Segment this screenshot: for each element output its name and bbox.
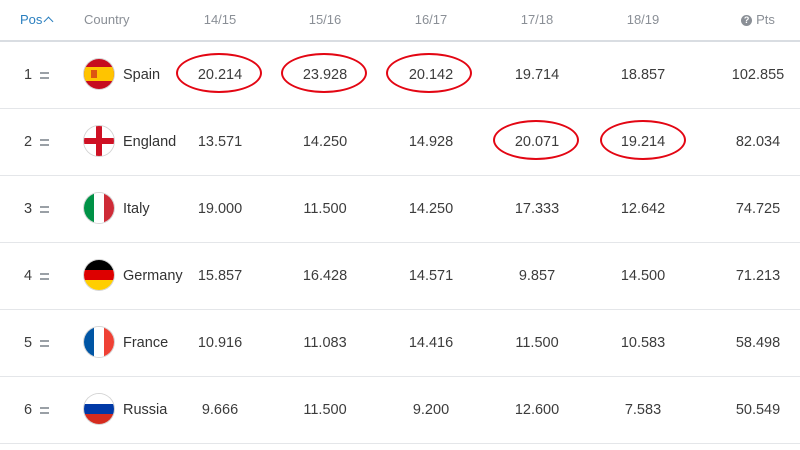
season-value: 10.916 xyxy=(197,335,243,351)
season-value: 9.857 xyxy=(518,268,556,284)
position: 2 xyxy=(24,134,33,150)
season-header[interactable]: 18/19 xyxy=(598,0,688,40)
position: 5 xyxy=(24,335,33,351)
help-icon[interactable]: ? xyxy=(741,15,753,26)
season-value: 11.500 xyxy=(303,201,347,217)
table-header: Pos Country 14/15 15/16 16/17 17/18 18/1… xyxy=(0,0,800,42)
equal-icon xyxy=(40,176,52,242)
russia-flag-icon xyxy=(84,394,114,424)
total-points: 50.549 xyxy=(735,402,781,418)
pts-header-label: Pts xyxy=(756,12,775,27)
pts-header[interactable]: ? Pts xyxy=(718,0,798,40)
france-flag-icon xyxy=(84,327,114,357)
season-value: 13.571 xyxy=(197,134,243,150)
pos-header-label: Pos xyxy=(20,12,43,27)
total-points: 71.213 xyxy=(735,268,781,284)
season-header[interactable]: 17/18 xyxy=(492,0,582,40)
season-value: 9.200 xyxy=(412,402,450,418)
coefficient-table: Pos Country 14/15 15/16 16/17 17/18 18/1… xyxy=(0,0,800,444)
table-row[interactable]: 1 Spain 20.214 23.928 20.142 19.714 18.8… xyxy=(0,42,800,109)
table-row[interactable]: 6 Russia 9.666 11.500 9.200 12.600 7.583… xyxy=(0,377,800,444)
season-value: 18.857 xyxy=(620,67,666,83)
season-header[interactable]: 14/15 xyxy=(175,0,265,40)
spain-flag-icon xyxy=(84,59,114,89)
position: 1 xyxy=(24,67,33,83)
season-header[interactable]: 16/17 xyxy=(386,0,476,40)
season-value: 10.583 xyxy=(620,335,666,351)
equal-icon xyxy=(40,109,52,175)
italy-flag-icon xyxy=(84,193,114,223)
total-points: 58.498 xyxy=(735,335,781,351)
season-value: 12.600 xyxy=(514,402,560,418)
season-value: 14.416 xyxy=(408,335,454,351)
season-header[interactable]: 15/16 xyxy=(280,0,370,40)
table-row[interactable]: 5 France 10.916 11.083 14.416 11.500 10.… xyxy=(0,310,800,377)
season-value: 7.583 xyxy=(624,402,662,418)
season-value: 14.250 xyxy=(302,134,348,150)
season-value: 15.857 xyxy=(197,268,243,284)
season-value: 20.071 xyxy=(514,134,560,150)
position: 3 xyxy=(24,201,33,217)
season-value: 14.500 xyxy=(620,268,666,284)
equal-icon xyxy=(40,42,52,108)
total-points: 102.855 xyxy=(731,67,785,83)
country-name[interactable]: Germany xyxy=(123,243,183,309)
country-name[interactable]: Russia xyxy=(123,377,167,443)
equal-icon xyxy=(40,310,52,376)
season-value: 19.214 xyxy=(620,134,666,150)
equal-icon xyxy=(40,243,52,309)
season-value: 17.333 xyxy=(514,201,560,217)
season-value: 9.666 xyxy=(201,402,239,418)
equal-icon xyxy=(40,377,52,443)
country-name[interactable]: France xyxy=(123,310,168,376)
table-row[interactable]: 4 Germany 15.857 16.428 14.571 9.857 14.… xyxy=(0,243,800,310)
position: 6 xyxy=(24,402,33,418)
country-name[interactable]: England xyxy=(123,109,176,175)
season-value: 16.428 xyxy=(302,268,348,284)
sort-pos-header[interactable]: Pos xyxy=(20,0,54,40)
country-name[interactable]: Spain xyxy=(123,42,160,108)
season-value: 20.142 xyxy=(408,67,454,83)
season-value: 19.000 xyxy=(197,201,243,217)
season-value: 11.083 xyxy=(303,335,347,351)
england-flag-icon xyxy=(84,126,114,156)
sort-ascending-icon xyxy=(43,16,54,27)
season-value: 14.571 xyxy=(408,268,454,284)
total-points: 82.034 xyxy=(735,134,781,150)
table-row[interactable]: 2 England 13.571 14.250 14.928 20.071 19… xyxy=(0,109,800,176)
season-value: 11.500 xyxy=(515,335,559,351)
table-row[interactable]: 3 Italy 19.000 11.500 14.250 17.333 12.6… xyxy=(0,176,800,243)
country-name[interactable]: Italy xyxy=(123,176,150,242)
position: 4 xyxy=(24,268,33,284)
country-header[interactable]: Country xyxy=(84,0,130,40)
season-value: 12.642 xyxy=(620,201,666,217)
season-value: 14.250 xyxy=(408,201,454,217)
total-points: 74.725 xyxy=(735,201,781,217)
season-value: 14.928 xyxy=(408,134,454,150)
season-value: 23.928 xyxy=(302,67,348,83)
season-value: 20.214 xyxy=(197,67,243,83)
season-value: 11.500 xyxy=(303,402,347,418)
season-value: 19.714 xyxy=(514,67,560,83)
germany-flag-icon xyxy=(84,260,114,290)
